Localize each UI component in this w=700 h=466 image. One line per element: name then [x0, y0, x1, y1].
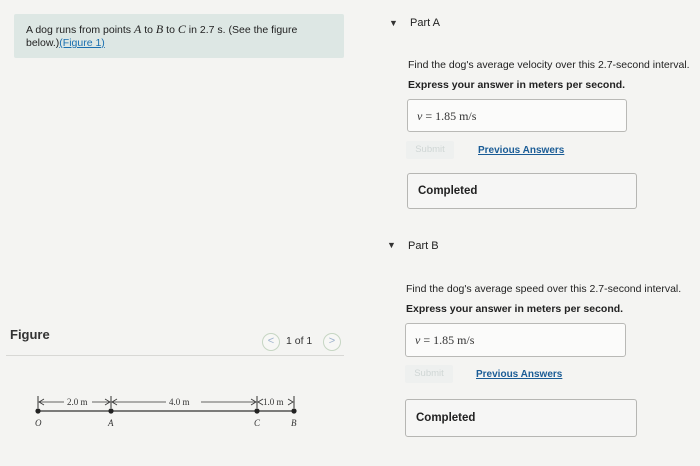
point-o-label: O — [35, 418, 42, 428]
figure-page-counter: 1 of 1 — [286, 335, 313, 347]
point-c-dot — [254, 408, 260, 414]
part-b-collapse-icon[interactable]: ▼ — [387, 240, 396, 250]
part-a-title[interactable]: Part A — [410, 17, 440, 29]
answer-expression: = 1.85 m/s — [420, 333, 475, 347]
part-b-answer-value: v = 1.85 m/s — [415, 333, 474, 348]
problem-text-to: to — [141, 24, 156, 36]
part-b-question: Find the dog's average speed over this 2… — [406, 283, 682, 295]
point-o-dot — [35, 408, 41, 414]
point-b-dot — [291, 408, 297, 414]
problem-point-c: C — [177, 22, 186, 36]
part-a-answer-value: v = 1.85 m/s — [417, 109, 476, 124]
part-b-instruction: Express your answer in meters per second… — [406, 303, 624, 315]
chevron-right-icon: > — [328, 335, 336, 347]
point-a-label: A — [107, 418, 114, 428]
part-b-completed-box: Completed — [405, 399, 637, 437]
part-a-completed-box: Completed — [407, 173, 637, 209]
part-b-previous-answers-link[interactable]: Previous Answers — [476, 369, 562, 380]
figure-diagram: 2.0 m 4.0 m 1.0 m O A C B — [35, 396, 297, 428]
part-b-title[interactable]: Part B — [408, 240, 439, 252]
figure-divider — [6, 355, 344, 356]
part-a-collapse-icon[interactable]: ▼ — [389, 18, 398, 28]
part-a-question: Find the dog's average velocity over thi… — [408, 59, 690, 71]
point-a-dot — [108, 408, 114, 414]
figure-link[interactable]: (Figure 1) — [59, 37, 105, 49]
dim-label-cb: 1.0 m — [263, 397, 284, 407]
problem-statement: A dog runs from points A to B to C in 2.… — [26, 23, 326, 50]
part-a-instruction: Express your answer in meters per second… — [408, 79, 626, 91]
answer-expression: = 1.85 m/s — [422, 109, 477, 123]
problem-text-start: A dog runs from points — [26, 24, 134, 36]
part-b-answer-field[interactable]: v = 1.85 m/s — [405, 323, 626, 357]
problem-text-to: to — [163, 24, 178, 36]
chevron-left-icon: < — [267, 335, 275, 347]
part-a-submit-button[interactable]: Submit — [406, 141, 454, 159]
point-b-label: B — [291, 418, 297, 428]
dim-label-oa: 2.0 m — [67, 397, 88, 407]
part-a-answer-field[interactable]: v = 1.85 m/s — [407, 99, 627, 132]
part-b-submit-button[interactable]: Submit — [405, 365, 453, 383]
figure-heading: Figure — [10, 327, 50, 342]
figure-prev-button[interactable]: < — [262, 333, 280, 351]
part-a-previous-answers-link[interactable]: Previous Answers — [478, 145, 564, 156]
arrowhead-icon — [287, 398, 294, 406]
point-c-label: C — [254, 418, 261, 428]
dim-label-ac: 4.0 m — [169, 397, 190, 407]
figure-next-button[interactable]: > — [323, 333, 341, 351]
